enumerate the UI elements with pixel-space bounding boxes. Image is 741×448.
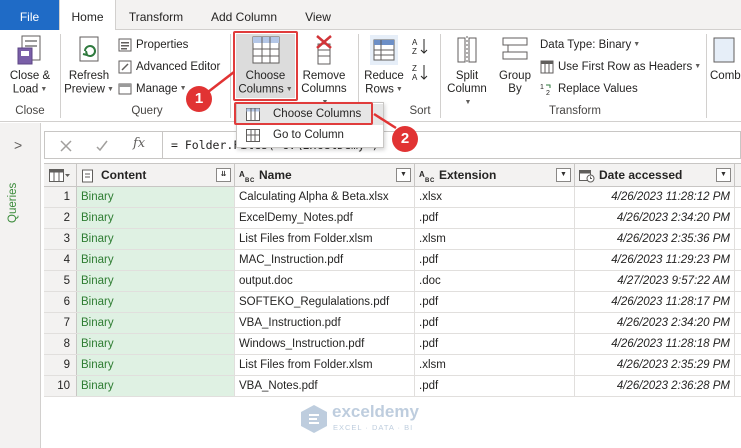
step-marker-2: 2 (392, 126, 418, 152)
callout-arrows (207, 71, 397, 130)
step-marker-1: 1 (186, 86, 212, 112)
